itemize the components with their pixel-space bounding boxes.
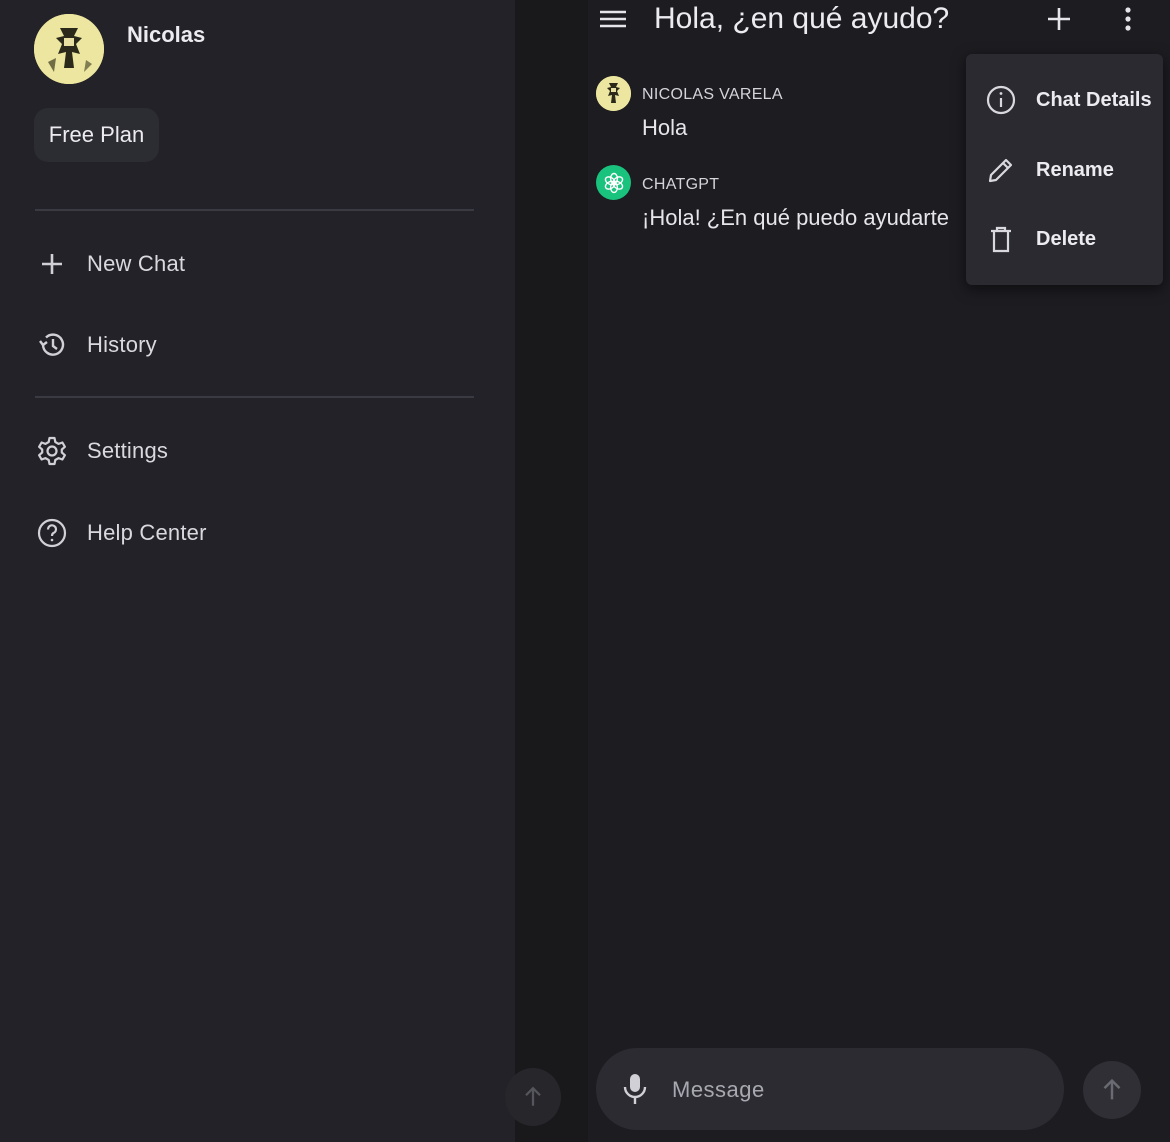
user-avatar <box>596 76 631 111</box>
divider <box>35 209 474 211</box>
info-icon <box>986 85 1016 115</box>
gear-icon <box>35 434 69 468</box>
help-center-label: Help Center <box>87 520 207 545</box>
chat-title: Hola, ¿en qué ayudo? <box>654 2 950 35</box>
drawer-scrim[interactable] <box>515 0 588 1142</box>
pencil-icon <box>988 158 1013 183</box>
history-label: History <box>87 332 157 357</box>
message-composer <box>596 1048 1064 1130</box>
hidden-send-button <box>505 1068 561 1126</box>
message-sender: NICOLAS VARELA <box>642 86 783 103</box>
help-center-item[interactable]: Help Center <box>35 503 475 563</box>
profile-avatar[interactable] <box>34 14 104 84</box>
history-icon <box>35 328 69 362</box>
chat-options-menu: Chat Details Rename Delete <box>966 54 1163 285</box>
menu-label: Delete <box>1036 227 1097 250</box>
divider <box>35 396 474 398</box>
trash-icon <box>991 226 1011 253</box>
chat-toolbar: Hola, ¿en qué ayudo? <box>588 0 1170 48</box>
user-name: Nicolas <box>127 22 206 47</box>
plus-icon <box>35 247 69 281</box>
menu-item-delete[interactable]: Delete <box>966 209 1163 269</box>
message-input[interactable] <box>670 1070 1034 1110</box>
menu-hamburger-icon[interactable] <box>598 4 628 34</box>
menu-label: Chat Details <box>1036 88 1152 111</box>
new-chat-item[interactable]: New Chat <box>35 234 475 294</box>
microphone-icon[interactable] <box>620 1072 650 1106</box>
chatgpt-logo-icon <box>596 165 631 200</box>
send-button[interactable] <box>1083 1061 1141 1119</box>
settings-item[interactable]: Settings <box>35 421 475 481</box>
more-vertical-icon[interactable] <box>1118 4 1138 34</box>
message-text: Hola <box>642 115 688 140</box>
plan-badge[interactable]: Free Plan <box>34 108 159 162</box>
settings-label: Settings <box>87 438 169 463</box>
menu-item-rename[interactable]: Rename <box>966 140 1163 200</box>
history-item[interactable]: History <box>35 315 475 375</box>
navigation-drawer: Nicolas Free Plan New Chat History Setti… <box>0 0 515 1142</box>
menu-label: Rename <box>1036 158 1114 181</box>
message-text: ¡Hola! ¿En qué puedo ayudarte <box>642 205 949 230</box>
help-circle-icon <box>35 516 69 550</box>
arrow-up-icon <box>525 1086 541 1106</box>
new-chat-plus-icon[interactable] <box>1044 4 1074 34</box>
arrow-up-icon <box>1103 1078 1121 1100</box>
new-chat-label: New Chat <box>87 251 186 276</box>
menu-item-chat-details[interactable]: Chat Details <box>966 70 1163 130</box>
message-sender: CHATGPT <box>642 176 720 193</box>
